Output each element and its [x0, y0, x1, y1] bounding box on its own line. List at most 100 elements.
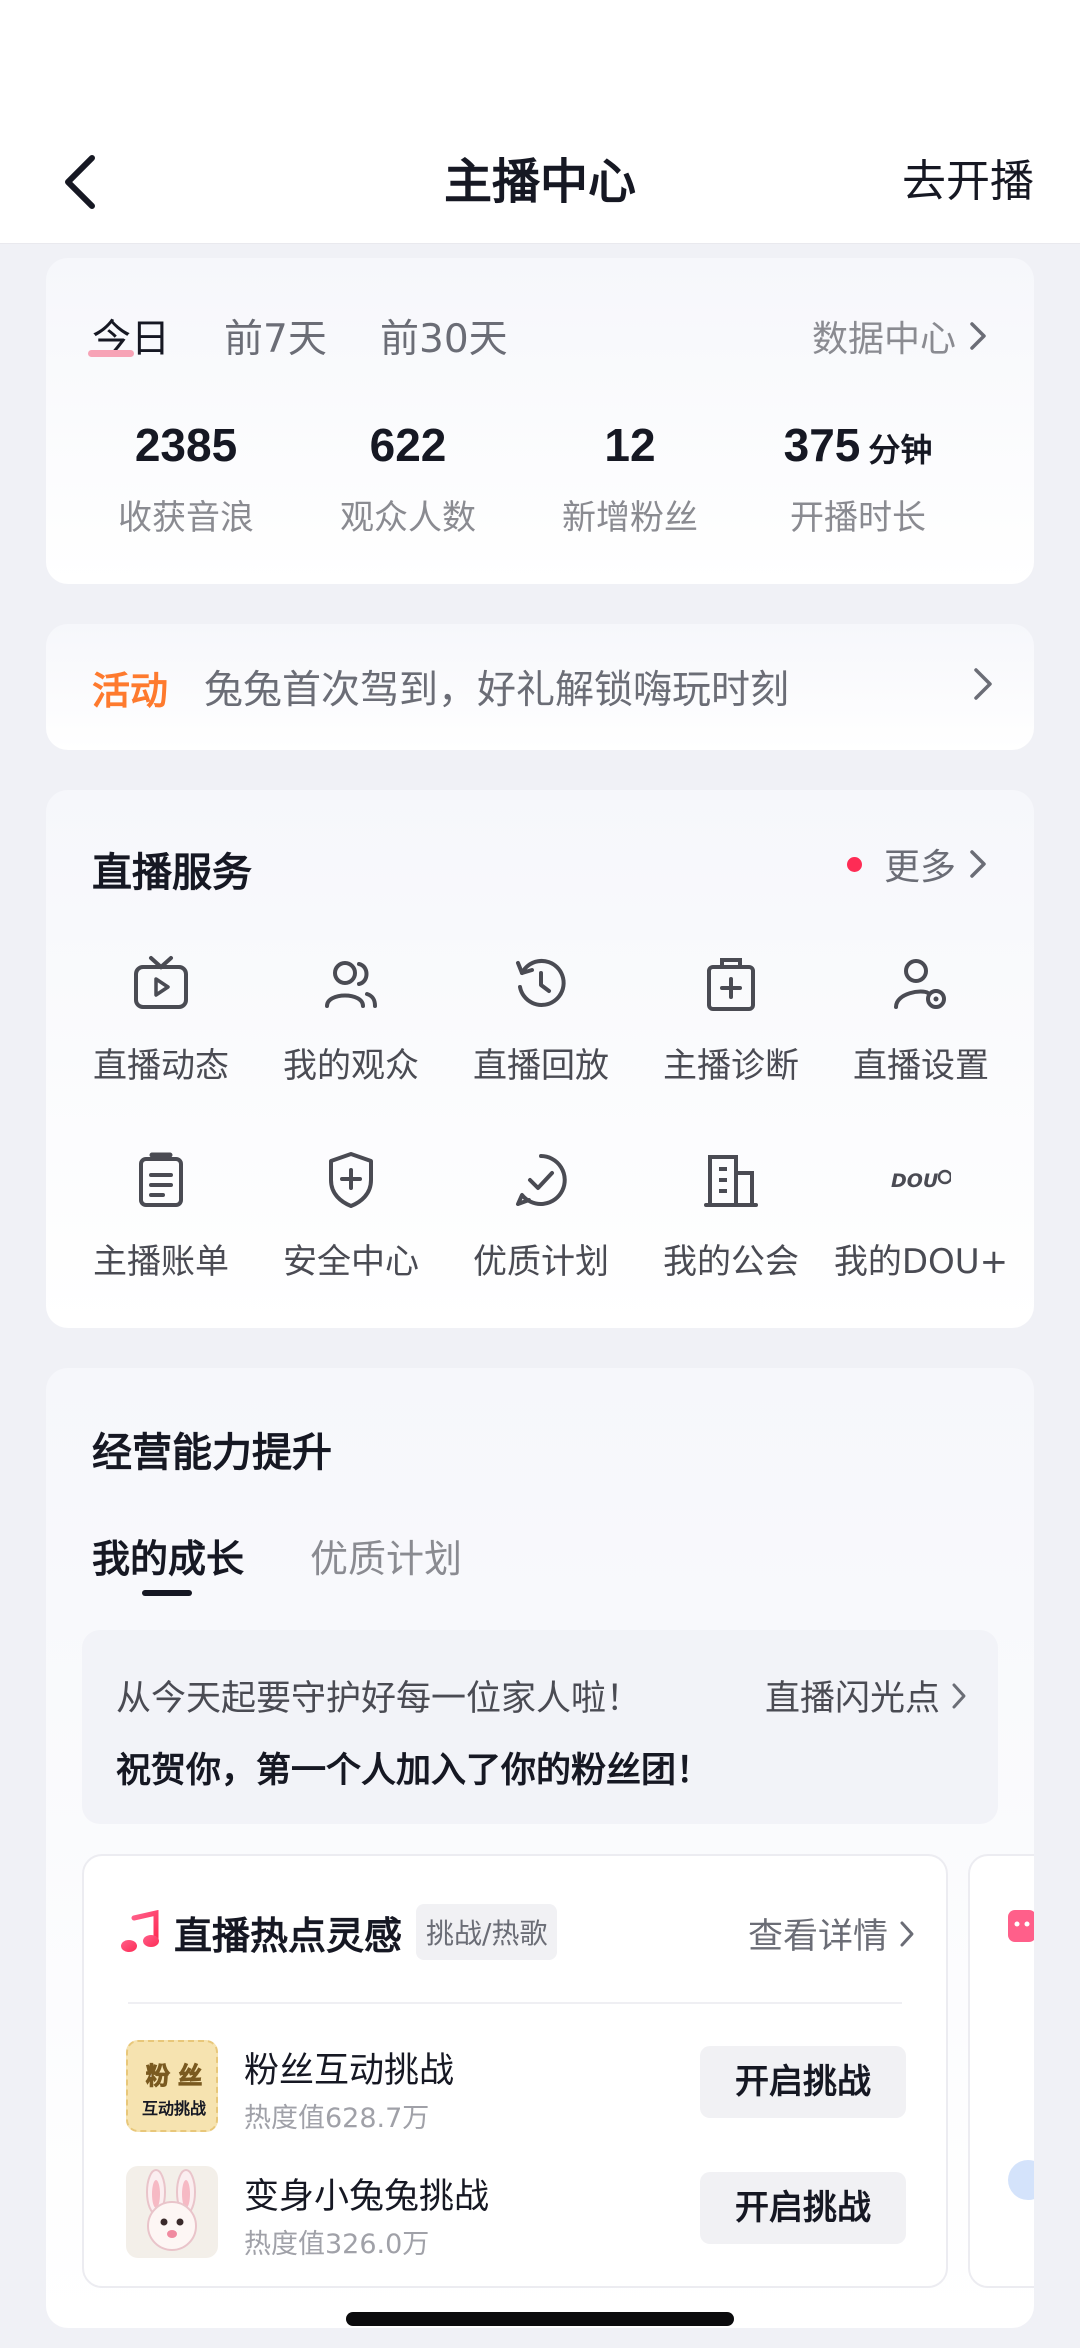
clipboard-icon [139, 1152, 183, 1207]
service-label: 主播账单 [93, 1242, 229, 1282]
hot-badge: 挑战/热歌 [416, 1904, 558, 1960]
building-icon [704, 1155, 758, 1207]
chevron-right-icon [952, 1683, 966, 1708]
service-live-feed[interactable]: 直播动态 [66, 950, 256, 1087]
hot-inspiration-card: 直播热点灵感 挑战/热歌 查看详情 粉 丝互动挑战 粉丝互动挑战 热度值628.… [82, 1854, 948, 2288]
chevron-right-icon [974, 668, 992, 700]
stat-value: 2385 [134, 419, 238, 471]
stat-sound-waves[interactable]: 2385 收获音浪 [76, 418, 296, 539]
chevron-right-icon [970, 850, 986, 878]
more-label: 更多 [883, 847, 956, 888]
shield-plus-icon [329, 1152, 373, 1208]
hot-header: 直播热点灵感 挑战/热歌 [120, 1904, 558, 1960]
challenge-thumbnail [126, 2166, 218, 2258]
svg-text:粉 丝: 粉 丝 [146, 2062, 202, 2090]
rabbit-icon [146, 2169, 197, 2251]
activity-banner[interactable]: 活动 兔兔首次驾到，好礼解锁嗨玩时刻 [46, 624, 1034, 750]
start-live-button[interactable]: 去开播 [902, 120, 1034, 244]
service-label: 安全中心 [283, 1242, 419, 1282]
chevron-right-icon [970, 322, 986, 350]
stat-label: 收获音浪 [118, 498, 254, 538]
stats-card: 今日 前7天 前30天 数据中心 2385 收获音浪 622 观众人数 12 新… [46, 258, 1034, 584]
service-label: 我的公会 [663, 1242, 799, 1282]
service-bill[interactable]: 主播账单 [66, 1146, 256, 1283]
tab-indicator [88, 350, 134, 357]
nav-bar: 主播中心 去开播 [0, 120, 1080, 244]
view-details-label: 查看详情 [747, 1917, 888, 1957]
service-label: 优质计划 [473, 1242, 609, 1282]
tab-7-days[interactable]: 前7天 [224, 308, 327, 364]
highlight-link-label: 直播闪光点 [764, 1679, 940, 1719]
svg-text:DOU: DOU [891, 1170, 939, 1192]
activity-text: 兔兔首次驾到，好礼解锁嗨玩时刻 [204, 668, 790, 713]
pink-badge-icon [1008, 1910, 1034, 1942]
history-icon [516, 958, 566, 1007]
tab-indicator [142, 1590, 192, 1596]
highlight-congrats: 祝贺你，第一个人加入了你的粉丝团！ [116, 1751, 712, 1791]
tab-30-days[interactable]: 前30天 [380, 308, 508, 364]
hot-title: 直播热点灵感 [174, 1913, 403, 1958]
challenge-name: 变身小兔兔挑战 [244, 2177, 490, 2217]
more-link[interactable]: 更多 [846, 838, 988, 890]
stat-value: 622 [369, 419, 447, 471]
section-title: 经营能力提升 [92, 1430, 332, 1476]
data-center-link[interactable]: 数据中心 [812, 310, 988, 362]
service-quality-plan[interactable]: 优质计划 [446, 1146, 636, 1283]
start-challenge-button[interactable]: 开启挑战 [700, 2046, 906, 2118]
service-guild[interactable]: 我的公会 [636, 1146, 826, 1283]
chevron-right-icon [900, 1921, 914, 1946]
tab-my-growth[interactable]: 我的成长 [92, 1528, 244, 1583]
stat-viewers[interactable]: 622 观众人数 [298, 418, 518, 539]
section-title: 直播服务 [92, 850, 252, 896]
user-settings-icon [894, 959, 946, 1009]
stat-unit: 分钟 [868, 432, 933, 468]
next-card-peek[interactable] [968, 1854, 1034, 2288]
service-label: 我的DOU+ [833, 1242, 1009, 1282]
growth-card: 经营能力提升 我的成长 优质计划 从今天起要守护好每一位家人啦！ 祝贺你，第一个… [46, 1368, 1034, 2328]
live-highlights-link[interactable]: 直播闪光点 [765, 1670, 968, 1721]
check-bubble-icon [516, 1154, 567, 1206]
tv-play-icon [134, 956, 188, 1009]
challenge-item[interactable]: 变身小兔兔挑战 热度值326.0万 开启挑战 [126, 2166, 906, 2260]
growth-highlight[interactable]: 从今天起要守护好每一位家人啦！ 祝贺你，第一个人加入了你的粉丝团！ 直播闪光点 [82, 1630, 998, 1824]
service-dou-plus[interactable]: DOU 我的DOU+ [826, 1146, 1016, 1283]
highlight-message: 从今天起要守护好每一位家人啦！ [116, 1679, 642, 1719]
data-center-label: 数据中心 [811, 319, 956, 360]
service-live-replay[interactable]: 直播回放 [446, 950, 636, 1087]
service-label: 直播动态 [93, 1046, 229, 1086]
service-security[interactable]: 安全中心 [256, 1146, 446, 1283]
stat-value: 12 [604, 419, 656, 471]
service-label: 我的观众 [283, 1046, 419, 1086]
view-details-link[interactable]: 查看详情 [748, 1908, 916, 1959]
users-icon [325, 961, 377, 1008]
challenge-item[interactable]: 粉 丝互动挑战 粉丝互动挑战 热度值628.7万 开启挑战 [126, 2040, 906, 2134]
service-label: 主播诊断 [663, 1046, 799, 1086]
medkit-icon [707, 958, 755, 1011]
music-note-icon [121, 1910, 159, 1952]
challenge-name: 粉丝互动挑战 [244, 2051, 455, 2091]
service-live-settings[interactable]: 直播设置 [826, 950, 1016, 1087]
stat-label: 开播时长 [790, 498, 926, 538]
challenge-heat: 热度值628.7万 [244, 2103, 430, 2134]
activity-tag: 活动 [92, 668, 169, 713]
challenge-thumbnail: 粉 丝互动挑战 [126, 2040, 218, 2132]
stat-label: 新增粉丝 [562, 498, 698, 538]
dou-logo-icon: DOU [891, 1169, 951, 1192]
tab-quality-plan[interactable]: 优质计划 [310, 1528, 462, 1583]
challenge-heat: 热度值326.0万 [244, 2229, 430, 2260]
service-diagnosis[interactable]: 主播诊断 [636, 950, 826, 1087]
stat-value: 375 分钟 [783, 419, 933, 471]
stat-label: 观众人数 [340, 498, 476, 538]
service-label: 直播设置 [853, 1046, 989, 1086]
service-label: 直播回放 [473, 1046, 609, 1086]
carousel-dot [1008, 2160, 1034, 2200]
stat-new-fans[interactable]: 12 新增粉丝 [520, 418, 740, 539]
live-services-card: 直播服务 更多 直播动态 我的观众 直播回放 主播诊断 直播设置 主播账单 安全… [46, 790, 1034, 1328]
divider [128, 2002, 902, 2004]
notification-dot [846, 856, 862, 872]
svg-text:互动挑战: 互动挑战 [142, 2099, 206, 2118]
start-challenge-button[interactable]: 开启挑战 [700, 2172, 906, 2244]
home-indicator [346, 2312, 734, 2326]
service-my-audience[interactable]: 我的观众 [256, 950, 446, 1087]
stat-live-duration[interactable]: 375 分钟 开播时长 [748, 418, 968, 539]
